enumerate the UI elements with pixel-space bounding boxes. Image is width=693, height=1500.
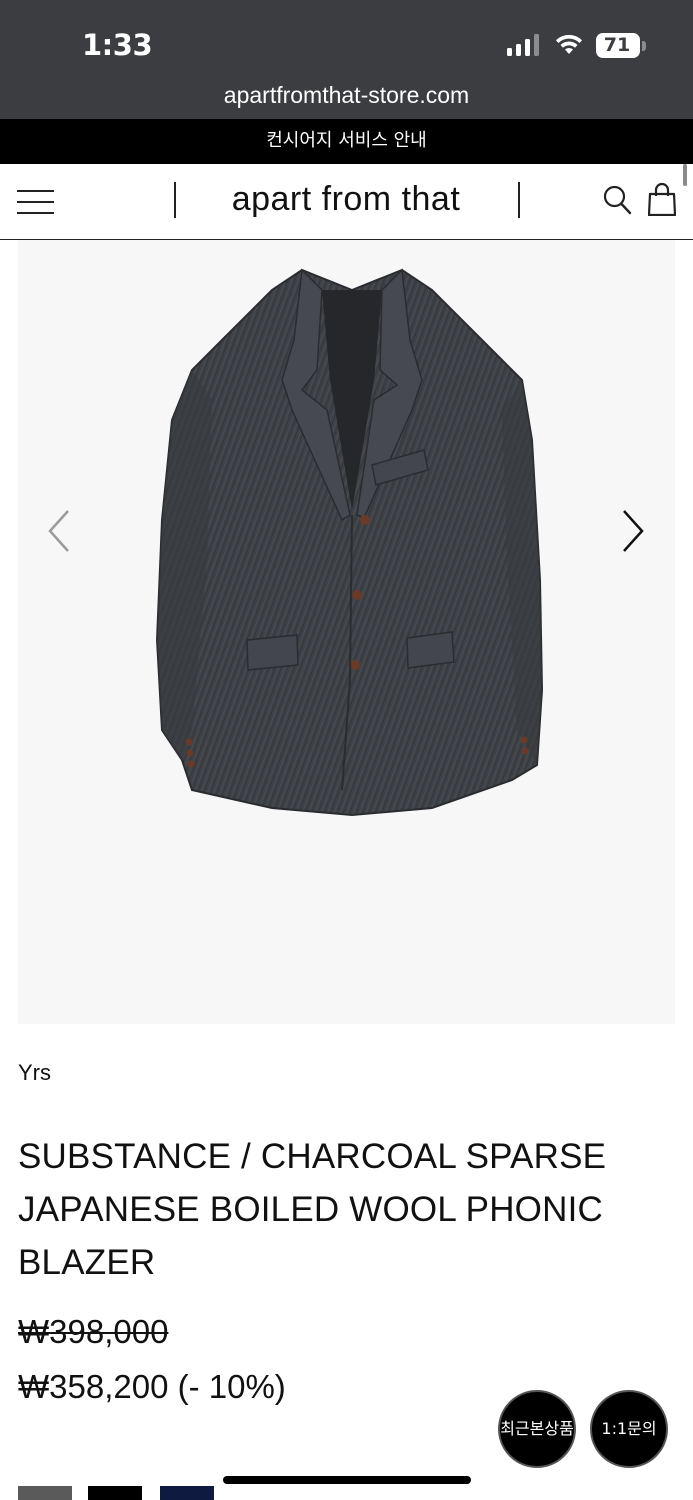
color-swatch-navy[interactable] bbox=[160, 1486, 214, 1500]
logo-divider-right bbox=[518, 182, 520, 218]
address-bar-url[interactable]: apartfromthat-store.com bbox=[0, 82, 693, 109]
product-image[interactable] bbox=[152, 260, 552, 820]
battery-level: 71 bbox=[603, 34, 631, 56]
product-brand[interactable]: Yrs bbox=[18, 1060, 51, 1086]
site-header: apart from that bbox=[0, 164, 693, 240]
menu-icon[interactable] bbox=[17, 189, 54, 214]
battery-icon: 71 bbox=[596, 33, 646, 59]
browser-top-bar: 1:33 71 apartfromthat-store.com bbox=[0, 0, 693, 119]
search-icon[interactable] bbox=[602, 184, 632, 216]
home-indicator[interactable] bbox=[223, 1476, 471, 1484]
cellular-signal-icon bbox=[507, 34, 539, 56]
recent-items-button[interactable]: 최근본상품 bbox=[498, 1390, 576, 1468]
chevron-left-icon[interactable] bbox=[44, 507, 74, 555]
wifi-icon bbox=[556, 34, 582, 54]
site-logo[interactable]: apart from that bbox=[190, 180, 502, 219]
inquiry-button[interactable]: 1:1문의 bbox=[590, 1390, 668, 1468]
product-title: SUBSTANCE / CHARCOAL SPARSE JAPANESE BOI… bbox=[18, 1137, 607, 1282]
status-time: 1:33 bbox=[82, 28, 153, 62]
page-scrollbar[interactable] bbox=[683, 164, 687, 186]
shopping-bag-icon[interactable] bbox=[648, 182, 676, 216]
product-gallery[interactable] bbox=[18, 240, 675, 1024]
chevron-right-icon[interactable] bbox=[618, 507, 648, 555]
color-swatch-black[interactable] bbox=[88, 1486, 142, 1500]
concierge-banner[interactable]: 컨시어지 서비스 안내 bbox=[0, 119, 693, 164]
color-swatch-gray[interactable] bbox=[18, 1486, 72, 1500]
sale-price: ₩358,200 (- 10%) bbox=[18, 1368, 286, 1405]
logo-divider-left bbox=[174, 182, 176, 218]
original-price: ₩398,000 bbox=[18, 1313, 169, 1350]
